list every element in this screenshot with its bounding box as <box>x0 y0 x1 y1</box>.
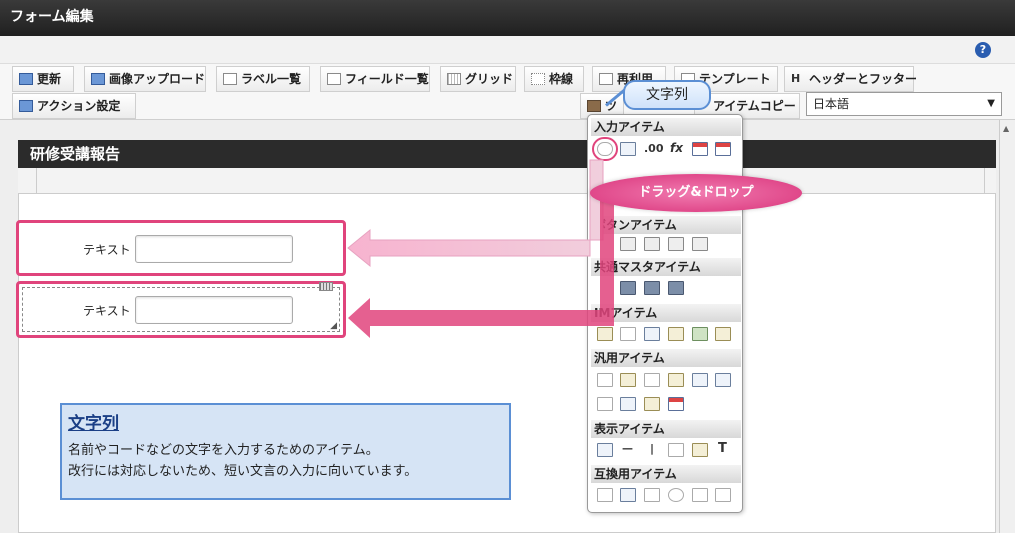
datetime-item-icon[interactable] <box>715 142 731 156</box>
button-item-icon[interactable] <box>620 237 636 251</box>
reuse-icon <box>599 73 613 85</box>
date-item-icon[interactable] <box>692 142 708 156</box>
memo-item-icon[interactable] <box>620 373 636 387</box>
company-item-icon[interactable] <box>620 281 636 295</box>
header-footer-button[interactable]: H ヘッダーとフッター <box>784 66 917 92</box>
text-input[interactable] <box>135 235 293 263</box>
label-list-button[interactable]: ラベル一覧 <box>216 66 310 92</box>
palette-section-general: 汎用アイテム <box>591 349 741 367</box>
field-list-button[interactable]: フィールド一覧 <box>320 66 430 92</box>
text-field-label: テキスト <box>83 304 131 318</box>
palette-section-im: IMアイテム <box>591 304 741 322</box>
action-icon <box>19 100 33 112</box>
vertical-scrollbar[interactable]: ▲ <box>999 120 1015 533</box>
border-button[interactable]: 枠線 <box>524 66 584 92</box>
palette-section-display: 表示アイテム <box>591 420 741 438</box>
item-menu-icon[interactable] <box>319 282 333 291</box>
palette-section-common-master: 共通マスタアイテム <box>591 258 741 276</box>
stamp-item-icon[interactable] <box>715 327 731 341</box>
chevron-down-icon: ▼ <box>987 98 995 109</box>
attachment-item-icon[interactable] <box>620 327 636 341</box>
resize-grip-icon[interactable]: ◢ <box>330 321 337 331</box>
top-strip: ? <box>0 36 1015 64</box>
textarea-item-icon[interactable] <box>620 142 636 156</box>
grid-icon <box>447 73 461 85</box>
download-item-icon[interactable] <box>715 373 731 387</box>
frame-item-icon[interactable] <box>668 443 684 457</box>
clipboard-item-icon[interactable] <box>668 327 684 341</box>
upload-item-icon[interactable] <box>692 373 708 387</box>
camera-item-icon[interactable] <box>644 373 660 387</box>
organization-item-icon[interactable] <box>668 281 684 295</box>
palette-section-input: 入力アイテム <box>591 118 741 136</box>
form-title: 研修受講報告 <box>18 140 996 168</box>
text-input[interactable] <box>135 296 293 324</box>
image-upload-button[interactable]: 画像アップロード <box>84 66 206 92</box>
description-box: 文字列 名前やコードなどの文字を入力するためのアイテム。 改行には対応しないため… <box>60 403 511 500</box>
toolbox-icon <box>587 100 601 112</box>
compat-grid-item-icon[interactable] <box>620 488 636 502</box>
image-upload-icon <box>91 73 105 85</box>
action-settings-button[interactable]: アクション設定 <box>12 93 136 119</box>
vertical-line-item-icon[interactable]: | <box>650 442 654 455</box>
text-display-item-icon[interactable]: T <box>718 441 727 456</box>
user-search-item-icon[interactable] <box>692 327 708 341</box>
palette-section-compat: 互換用アイテム <box>591 465 741 483</box>
compat-input-item-icon[interactable] <box>597 488 613 502</box>
string-item-icon[interactable] <box>592 137 618 161</box>
user-item-icon[interactable] <box>644 281 660 295</box>
list-box-item-icon[interactable] <box>692 488 708 502</box>
field-list-icon <box>327 73 341 85</box>
calendar-item-icon[interactable] <box>668 397 684 411</box>
checkbox-item-icon[interactable] <box>644 488 660 502</box>
grid-row <box>18 168 996 194</box>
tree-item-icon[interactable] <box>644 397 660 411</box>
forward-button-item-icon[interactable] <box>692 237 708 251</box>
description-heading: 文字列 <box>68 414 119 434</box>
number-item-icon[interactable]: .00 <box>644 142 664 155</box>
palette-section-button: ボタンアイテム <box>591 216 741 234</box>
language-select[interactable]: 日本語 ▼ <box>806 92 1002 116</box>
return-button-item-icon[interactable] <box>668 237 684 251</box>
description-line-1: 名前やコードなどの文字を入力するためのアイテム。 <box>68 443 379 458</box>
label-item-icon[interactable] <box>597 443 613 457</box>
scroll-up-icon[interactable]: ▲ <box>1003 124 1009 133</box>
image-display-item-icon[interactable] <box>692 443 708 457</box>
border-icon <box>531 73 545 85</box>
image-item-icon[interactable] <box>644 327 660 341</box>
card-item-icon[interactable] <box>620 397 636 411</box>
formula-item-icon[interactable]: fx <box>670 141 683 155</box>
list-item-icon[interactable] <box>597 397 613 411</box>
window-title: フォーム編集 <box>0 0 1015 36</box>
back-button-item-icon[interactable] <box>644 237 660 251</box>
help-icon[interactable]: ? <box>975 42 991 58</box>
text-field-item-1[interactable]: テキスト <box>16 220 346 276</box>
header-footer-icon: H <box>791 72 801 85</box>
search-item-icon[interactable] <box>668 373 684 387</box>
refresh-button[interactable]: 更新 <box>12 66 74 92</box>
document-item-icon[interactable] <box>597 327 613 341</box>
hidden-item-icon[interactable] <box>597 373 613 387</box>
radio-item-icon[interactable] <box>668 488 684 502</box>
grid-button[interactable]: グリッド <box>440 66 516 92</box>
string-callout: 文字列 <box>623 80 711 110</box>
drag-drop-callout: ドラッグ&ドロップ <box>590 174 802 212</box>
description-line-2: 改行には対応しないため、短い文言の入力に向いています。 <box>68 464 418 479</box>
text-field-label: テキスト <box>83 243 131 257</box>
label-list-icon <box>223 73 237 85</box>
text-field-item-2[interactable]: テキスト ◢ <box>16 281 346 338</box>
select-box-item-icon[interactable] <box>715 488 731 502</box>
horizontal-line-item-icon[interactable]: — <box>622 442 633 455</box>
refresh-icon <box>19 73 33 85</box>
